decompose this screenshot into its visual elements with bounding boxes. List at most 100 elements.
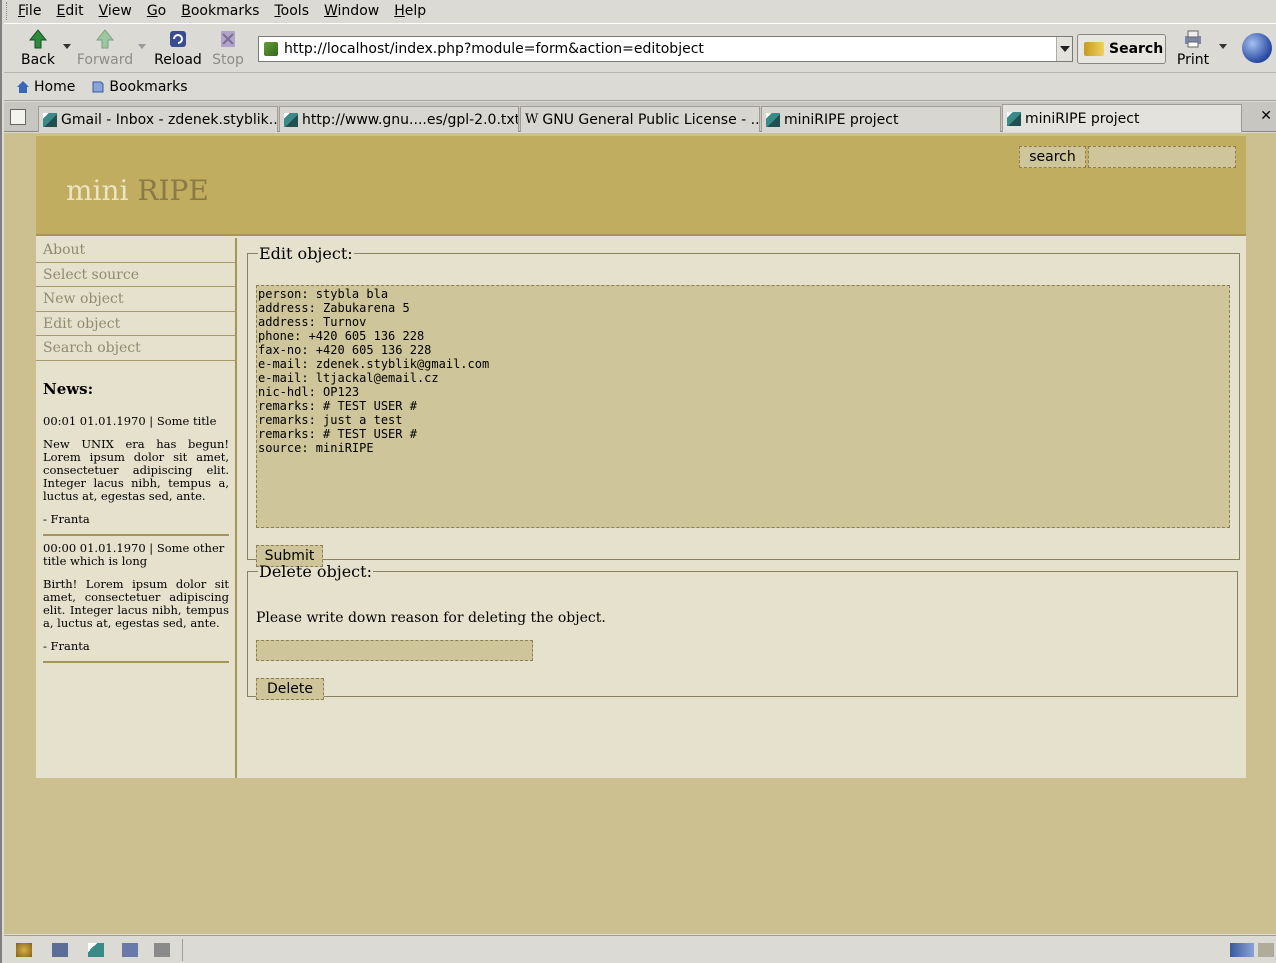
back-label: Back [21, 52, 55, 68]
news-body: Birth! Lorem ipsum dolor sit amet, conse… [43, 577, 229, 630]
page-viewport: mini RIPE search About Select source New… [4, 133, 1276, 934]
edit-object-fieldset: Edit object: person: stybla bla address:… [247, 244, 1240, 567]
stop-button[interactable]: Stop [209, 28, 247, 68]
site-search-button[interactable]: search [1019, 146, 1086, 168]
menu-go[interactable]: Go [147, 3, 166, 19]
site-page: mini RIPE search About Select source New… [36, 136, 1246, 778]
delete-reason-input[interactable] [256, 640, 533, 661]
status-bar [4, 935, 1276, 963]
bookmarks-toolbar: Home Bookmarks [4, 74, 1276, 101]
tab-gmail[interactable]: Gmail - Inbox - zdenek.styblik... [38, 106, 278, 132]
news-body: New UNIX era has begun! Lorem ipsum dolo… [43, 437, 229, 503]
reload-label: Reload [154, 52, 202, 68]
menubar: File Edit View Go Bookmarks Tools Window… [4, 0, 1276, 22]
back-dropdown-icon[interactable] [63, 44, 71, 49]
pen-icon [284, 112, 298, 127]
tab-miniripe-active[interactable]: miniRIPE project [1002, 104, 1242, 132]
print-label: Print [1176, 52, 1210, 68]
news-author: - Franta [43, 512, 90, 526]
mail-icon[interactable] [52, 943, 68, 957]
irc-chat-icon[interactable] [154, 943, 170, 957]
menu-help[interactable]: Help [394, 3, 426, 19]
site-favicon-icon [264, 42, 278, 56]
news-heading: News: [43, 380, 94, 398]
bookmarks-label: Bookmarks [109, 79, 188, 95]
logo-ripe: RIPE [137, 174, 209, 207]
back-arrow-icon [28, 29, 48, 49]
tab-title: Gmail - Inbox - zdenek.styblik... [61, 111, 278, 128]
news-item: 00:01 01.01.1970 | Some title New UNIX e… [43, 415, 229, 536]
reload-button[interactable]: Reload [152, 28, 204, 68]
forward-dropdown-icon[interactable] [138, 44, 146, 49]
home-label: Home [34, 79, 76, 95]
printer-icon [1185, 30, 1201, 48]
navigator-icon[interactable] [16, 943, 32, 957]
pen-icon [1007, 111, 1021, 126]
tab-title: GNU General Public License - ... [542, 111, 760, 128]
menu-tools[interactable]: Tools [274, 3, 309, 19]
security-lock-icon[interactable] [1258, 943, 1274, 957]
menu-bookmarks[interactable]: Bookmarks [181, 3, 259, 19]
stop-icon [221, 31, 235, 47]
object-textarea[interactable]: person: stybla bla address: Zabukarena 5… [256, 285, 1230, 528]
bookmarks-folder-icon [92, 81, 104, 93]
delete-button[interactable]: Delete [256, 678, 324, 700]
reload-icon [170, 31, 186, 47]
menu-file[interactable]: File [18, 3, 41, 19]
status-divider [182, 939, 183, 961]
tab-gpl-wikipedia[interactable]: W GNU General Public License - ... [520, 106, 760, 132]
url-history-dropdown-icon[interactable] [1056, 37, 1072, 61]
nav-select-source[interactable]: Select source [36, 263, 235, 288]
new-tab-icon[interactable] [10, 109, 26, 125]
site-header: mini RIPE search [36, 136, 1246, 236]
nav-new-object[interactable]: New object [36, 287, 235, 312]
tab-title: miniRIPE project [784, 111, 899, 128]
news-author: - Franta [43, 639, 90, 653]
online-status-icon[interactable] [1230, 943, 1254, 957]
logo-mini: mini [66, 174, 129, 207]
home-icon [17, 81, 29, 93]
print-button[interactable]: Print [1174, 28, 1212, 68]
back-button[interactable]: Back [18, 28, 58, 68]
news-meta: 00:00 01.01.1970 | Some other title whic… [43, 541, 225, 568]
site-logo[interactable]: mini RIPE [66, 174, 209, 207]
url-text[interactable]: http://localhost/index.php?module=form&a… [284, 41, 1056, 57]
browser-window: File Edit View Go Bookmarks Tools Window… [0, 0, 1276, 963]
search-button-label: Search [1109, 41, 1164, 57]
address-bar[interactable]: http://localhost/index.php?module=form&a… [258, 36, 1073, 62]
navigation-toolbar: Back Forward Reload Stop http://localhos… [4, 23, 1276, 73]
tab-miniripe[interactable]: miniRIPE project [761, 106, 1001, 132]
sidebar: About Select source New object Edit obje… [36, 238, 237, 778]
nav-about[interactable]: About [36, 238, 235, 263]
forward-arrow-icon [95, 29, 115, 49]
news-divider [43, 534, 229, 536]
throbber-globe-icon[interactable] [1242, 33, 1272, 63]
stop-label: Stop [212, 52, 244, 68]
tab-bar: Gmail - Inbox - zdenek.styblik... http:/… [4, 102, 1276, 132]
home-bookmark[interactable]: Home [16, 79, 75, 95]
pen-icon [766, 112, 780, 127]
menu-window[interactable]: Window [324, 3, 379, 19]
menu-view[interactable]: View [99, 3, 132, 19]
pen-icon [43, 112, 57, 127]
site-search-input[interactable] [1088, 146, 1236, 168]
menu-edit[interactable]: Edit [56, 3, 83, 19]
forward-button[interactable]: Forward [76, 28, 134, 68]
forward-label: Forward [76, 52, 134, 68]
print-dropdown-icon[interactable] [1219, 44, 1227, 49]
address-book-icon[interactable] [122, 943, 138, 957]
search-button[interactable]: Search [1077, 34, 1166, 64]
tab-gpl-text[interactable]: http://www.gnu....es/gpl-2.0.txt [279, 106, 519, 132]
delete-object-fieldset: Delete object: Please write down reason … [247, 562, 1238, 700]
composer-icon[interactable] [88, 943, 104, 957]
nav-edit-object[interactable]: Edit object [36, 312, 235, 337]
news-divider [43, 661, 229, 663]
menubar-grip[interactable] [6, 2, 10, 20]
close-tab-icon[interactable]: ✕ [1260, 108, 1272, 124]
delete-object-legend: Delete object: [259, 562, 372, 581]
tab-title: miniRIPE project [1025, 110, 1140, 127]
nav-search-object[interactable]: Search object [36, 336, 235, 361]
bookmarks-menu[interactable]: Bookmarks [91, 79, 188, 95]
news-meta: 00:01 01.01.1970 | Some title [43, 414, 217, 428]
search-icon [1084, 42, 1104, 56]
